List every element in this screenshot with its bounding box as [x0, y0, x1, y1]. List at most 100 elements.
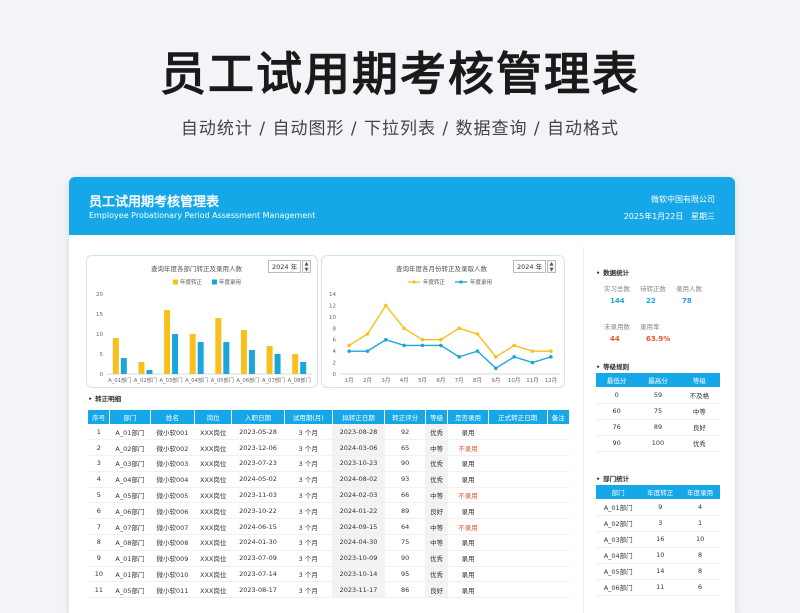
table-cell[interactable]: XXX岗位 [194, 534, 232, 551]
table-cell[interactable]: 2024-06-15 [231, 518, 285, 536]
table-cell[interactable]: 92 [384, 424, 426, 441]
table-cell[interactable]: 2024-01-30 [231, 534, 285, 551]
table-cell[interactable]: 录用 [447, 424, 489, 441]
table-cell[interactable]: 2023-10-22 [231, 502, 285, 520]
table-row[interactable]: 3 A_03部门 微小软003 XXX岗位 2023-07-23 3 个月 2023-10-… [88, 455, 570, 472]
table-row[interactable]: 1 A_01部门 微小软001 XXX岗位 2023-05-28 3 个月 2023-08-… [88, 424, 570, 441]
table-cell[interactable]: 66 [384, 487, 426, 504]
table-cell[interactable]: 2023-07-14 [231, 566, 285, 583]
table-cell[interactable]: A_01部门 [109, 566, 151, 583]
table-cell[interactable]: XXX岗位 [194, 566, 232, 583]
table-cell[interactable]: 微小软011 [150, 581, 195, 599]
table-cell[interactable]: 3 个月 [284, 471, 333, 488]
table-cell[interactable]: 优秀 [425, 424, 448, 441]
table-row[interactable]: 4 A_04部门 微小软004 XXX岗位 2024-05-02 3 个月 2024-08-… [88, 471, 570, 488]
table-cell[interactable]: 2023-07-09 [231, 550, 285, 567]
table-cell[interactable]: 录用 [447, 566, 489, 583]
table-cell[interactable]: 微小软002 [150, 439, 195, 457]
table-cell[interactable]: 3 个月 [284, 424, 333, 441]
table-cell[interactable]: 良好 [425, 502, 448, 520]
table-cell[interactable]: 89 [384, 502, 426, 520]
table-cell[interactable]: A_07部门 [109, 518, 151, 536]
table-cell[interactable]: 2024-03-06 [332, 439, 385, 457]
table-cell[interactable] [488, 518, 548, 536]
table-cell[interactable]: 中等 [425, 518, 448, 536]
table-cell[interactable]: XXX岗位 [194, 471, 232, 488]
table-cell[interactable]: 微小软009 [150, 550, 195, 567]
table-cell[interactable]: 良好 [425, 581, 448, 599]
table-cell[interactable]: 优秀 [425, 550, 448, 567]
table-cell[interactable]: 2023-07-23 [231, 455, 285, 472]
table-cell[interactable]: 75 [384, 534, 426, 551]
table-cell[interactable] [488, 487, 548, 504]
table-cell[interactable]: 95 [384, 566, 426, 583]
table-cell[interactable]: 中等 [425, 534, 448, 551]
table-row[interactable]: 7 A_07部门 微小软007 XXX岗位 2024-06-15 3 个月 2024-09-… [88, 518, 570, 536]
table-cell[interactable]: 3 个月 [284, 534, 333, 551]
table-cell[interactable]: 2024-01-22 [332, 502, 385, 520]
table-row[interactable]: 9 A_01部门 微小软009 XXX岗位 2023-07-09 3 个月 2023-10-… [88, 550, 570, 567]
table-cell[interactable]: 64 [384, 518, 426, 536]
table-row[interactable]: 8 A_08部门 微小软008 XXX岗位 2024-01-30 3 个月 2024-04-… [88, 534, 570, 551]
table-cell[interactable] [547, 581, 570, 599]
table-cell[interactable]: 微小软001 [150, 424, 195, 441]
table-cell[interactable] [488, 424, 548, 441]
table-cell[interactable]: 微小软006 [150, 502, 195, 520]
table-cell[interactable]: A_05部门 [109, 581, 151, 599]
table-cell[interactable] [488, 455, 548, 472]
table-cell[interactable]: XXX岗位 [194, 502, 232, 520]
table-cell[interactable] [547, 550, 570, 567]
table-cell[interactable]: 不录用 [447, 518, 489, 536]
table-cell[interactable]: 录用 [447, 534, 489, 551]
table-cell[interactable]: 微小软007 [150, 518, 195, 536]
table-cell[interactable]: 2024-02-03 [332, 487, 385, 504]
table-cell[interactable]: 6 [88, 502, 110, 520]
table-cell[interactable]: 2024-05-02 [231, 471, 285, 488]
table-cell[interactable]: 3 个月 [284, 439, 333, 457]
table-cell[interactable]: XXX岗位 [194, 518, 232, 536]
table-cell[interactable]: 3 个月 [284, 566, 333, 583]
table-cell[interactable] [547, 487, 570, 504]
table-cell[interactable]: XXX岗位 [194, 550, 232, 567]
table-cell[interactable] [488, 534, 548, 551]
table-cell[interactable]: 2024-08-02 [332, 471, 385, 488]
table-cell[interactable] [488, 439, 548, 457]
table-cell[interactable]: XXX岗位 [194, 487, 232, 504]
table-cell[interactable]: 3 个月 [284, 487, 333, 504]
table-cell[interactable]: A_01部门 [109, 550, 151, 567]
table-cell[interactable] [488, 550, 548, 567]
table-cell[interactable]: 3 [88, 455, 110, 472]
table-cell[interactable] [488, 566, 548, 583]
table-cell[interactable] [547, 424, 570, 441]
table-cell[interactable]: 2024-09-15 [332, 518, 385, 536]
table-cell[interactable]: 4 [88, 471, 110, 488]
table-cell[interactable]: 3 个月 [284, 518, 333, 536]
table-cell[interactable]: 2023-08-17 [231, 581, 285, 599]
table-cell[interactable]: 中等 [425, 487, 448, 504]
table-cell[interactable] [547, 518, 570, 536]
table-cell[interactable]: 3 个月 [284, 455, 333, 472]
table-cell[interactable] [547, 439, 570, 457]
table-row[interactable]: 5 A_05部门 微小软005 XXX岗位 2023-11-03 3 个月 2024-02-… [88, 487, 570, 504]
table-cell[interactable]: 2023-08-28 [332, 424, 385, 441]
table-cell[interactable]: A_05部门 [109, 487, 151, 504]
table-cell[interactable]: 86 [384, 581, 426, 599]
table-cell[interactable]: 录用 [447, 550, 489, 567]
table-cell[interactable]: A_06部门 [109, 502, 151, 520]
table-cell[interactable]: 90 [384, 455, 426, 472]
table-cell[interactable]: 录用 [447, 471, 489, 488]
table-cell[interactable]: 微小软003 [150, 455, 195, 472]
table-row[interactable]: 2 A_02部门 微小软002 XXX岗位 2023-12-06 3 个月 2024-03-… [88, 439, 570, 457]
table-cell[interactable]: 2024-04-30 [332, 534, 385, 551]
table-cell[interactable]: 优秀 [425, 566, 448, 583]
table-cell[interactable]: 不录用 [447, 487, 489, 504]
table-cell[interactable]: A_03部门 [109, 455, 151, 472]
table-cell[interactable] [547, 534, 570, 551]
table-row[interactable]: 10 A_01部门 微小软010 XXX岗位 2023-07-14 3 个月 2023-10… [88, 566, 570, 583]
table-cell[interactable] [547, 471, 570, 488]
table-cell[interactable]: 11 [88, 581, 110, 599]
table-cell[interactable]: 微小软005 [150, 487, 195, 504]
table-cell[interactable]: 90 [384, 550, 426, 567]
table-cell[interactable]: 2023-10-14 [332, 566, 385, 583]
table-cell[interactable]: 3 个月 [284, 550, 333, 567]
